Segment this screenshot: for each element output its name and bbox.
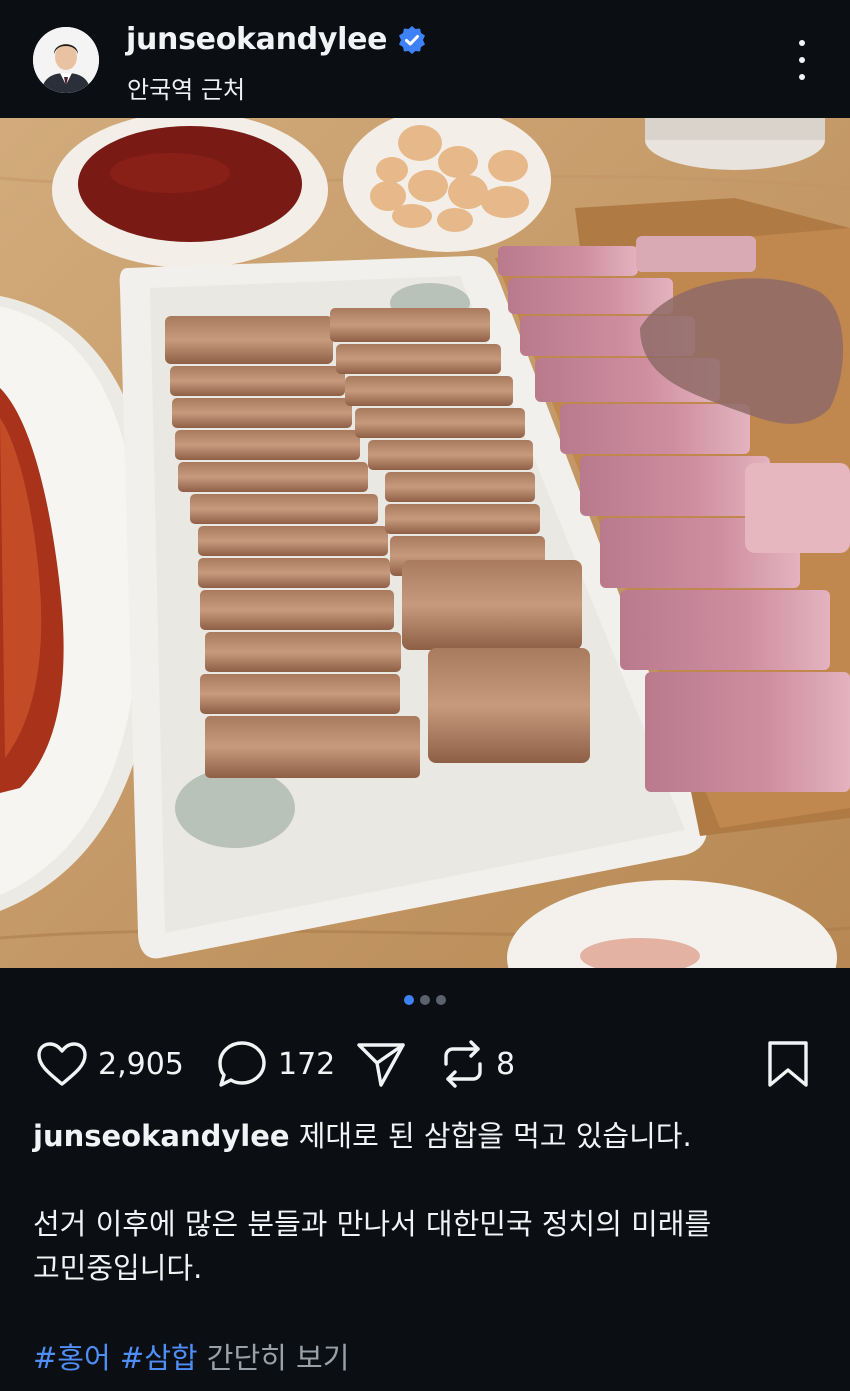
heart-icon	[37, 1042, 87, 1086]
vertical-dots-icon	[799, 40, 805, 46]
repost-button[interactable]: 8	[440, 1036, 515, 1092]
hashtag-link[interactable]: #삼합	[120, 1341, 198, 1375]
speech-bubble-icon	[218, 1041, 266, 1087]
carousel-dot	[420, 995, 430, 1005]
post-body-line-2: 고민중입니다.	[33, 1251, 203, 1285]
post-tags: #홍어 #삼합 간단히 보기	[33, 1336, 823, 1380]
caption-username[interactable]: junseokandylee	[33, 1119, 290, 1153]
dot-mid	[799, 57, 805, 63]
username[interactable]: junseokandylee	[126, 22, 427, 57]
save-button[interactable]	[765, 1036, 811, 1092]
post-body-line-1: 선거 이후에 많은 분들과 만나서 대한민국 정치의 미래를	[33, 1207, 712, 1241]
action-bar: 2,905 172 8	[0, 1036, 850, 1092]
paper-plane-icon	[357, 1043, 405, 1087]
post-header: junseokandylee 안국역 근처	[0, 0, 850, 118]
post-photo[interactable]	[0, 118, 850, 968]
carousel-indicator	[0, 995, 850, 1007]
post-location[interactable]: 안국역 근처	[127, 70, 245, 105]
bookmark-icon	[768, 1041, 808, 1087]
like-count: 2,905	[98, 1046, 184, 1082]
username-text[interactable]: junseokandylee	[126, 22, 387, 57]
post-caption: junseokandylee 제대로 된 삼합을 먹고 있습니다.	[33, 1114, 823, 1158]
more-options-button[interactable]	[788, 40, 816, 80]
post-page: junseokandylee 안국역 근처 2,905 172 8 junseo…	[0, 0, 850, 1391]
carousel-dot-active	[404, 995, 414, 1005]
collapse-caption-link[interactable]: 간단히 보기	[207, 1341, 350, 1375]
food-photo-illustration	[0, 118, 850, 968]
repost-count: 8	[496, 1046, 516, 1082]
comment-button[interactable]: 172	[216, 1036, 335, 1092]
avatar[interactable]	[33, 27, 99, 93]
repost-arrows-icon	[444, 1040, 482, 1088]
carousel-dot	[436, 995, 446, 1005]
like-button[interactable]: 2,905	[36, 1036, 184, 1092]
caption-text: 제대로 된 삼합을 먹고 있습니다.	[298, 1119, 692, 1153]
dot-bottom	[799, 74, 805, 80]
post-body: 선거 이후에 많은 분들과 만나서 대한민국 정치의 미래를 고민중입니다.	[33, 1202, 823, 1290]
share-button[interactable]	[355, 1036, 407, 1092]
verified-badge-icon	[399, 25, 426, 54]
hashtag-link[interactable]: #홍어	[33, 1341, 111, 1375]
comment-count: 172	[278, 1046, 336, 1082]
